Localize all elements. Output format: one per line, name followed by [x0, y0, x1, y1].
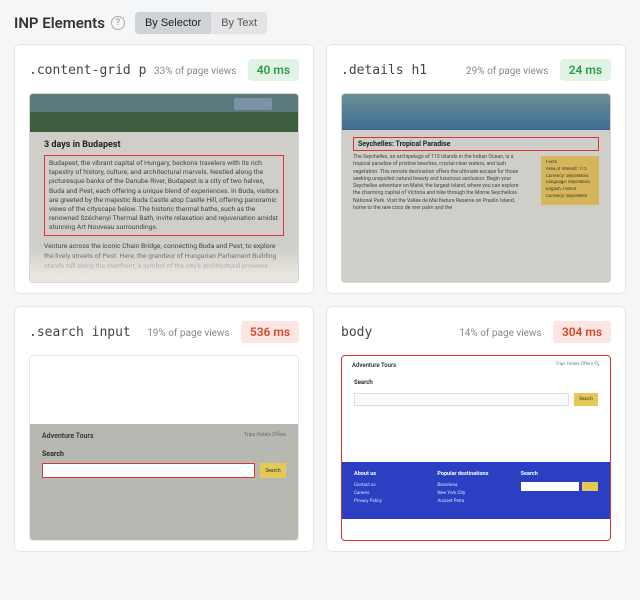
help-icon[interactable]: ?: [111, 16, 125, 30]
page-views: 14% of page views: [459, 328, 541, 339]
footer: About us Contact us Careers Privacy Poli…: [342, 462, 610, 519]
page-views: 33% of page views: [154, 66, 236, 77]
metric-badge: 24 ms: [560, 59, 611, 81]
brand: Adventure Tours: [42, 432, 94, 440]
selector-label: body: [341, 325, 372, 340]
page-header: INP Elements ? By Selector By Text: [14, 12, 626, 34]
card-header: .content-grid p 33% of page views 40 ms: [29, 59, 299, 81]
selector-label: .search input: [29, 325, 131, 340]
element-preview: Seychelles: Tropical Paradise The Seyche…: [341, 93, 611, 283]
highlighted-element: [42, 463, 255, 478]
inp-card[interactable]: .details h1 29% of page views 24 ms Seyc…: [326, 44, 626, 294]
inp-card[interactable]: .search input 19% of page views 536 ms A…: [14, 306, 314, 552]
preview-heading: 3 days in Budapest: [44, 140, 284, 150]
inp-card[interactable]: body 14% of page views 304 ms Adventure …: [326, 306, 626, 552]
inp-card[interactable]: .content-grid p 33% of page views 40 ms …: [14, 44, 314, 294]
selector-label: .details h1: [341, 63, 427, 78]
highlighted-element: Budapest, the vibrant capital of Hungary…: [44, 155, 284, 236]
element-preview: Adventure Tours Trips Hotels Offers Sear…: [29, 355, 299, 541]
sidebar-facts: Facts Area of interest: 115 Currency: Se…: [541, 156, 599, 205]
toggle-by-text[interactable]: By Text: [211, 12, 267, 34]
card-header: .search input 19% of page views 536 ms: [29, 321, 299, 343]
element-preview: Adventure Tours Trips Hotels Offers 🔍 Se…: [341, 355, 611, 541]
cards-grid: .content-grid p 33% of page views 40 ms …: [14, 44, 626, 552]
element-preview: 3 days in Budapest Budapest, the vibrant…: [29, 93, 299, 283]
card-header: .details h1 29% of page views 24 ms: [341, 59, 611, 81]
selector-label: .content-grid p: [29, 63, 146, 78]
page-title: INP Elements: [14, 14, 105, 32]
page-views: 19% of page views: [147, 328, 229, 339]
metric-badge: 40 ms: [248, 59, 299, 81]
view-toggle: By Selector By Text: [135, 12, 267, 34]
toggle-by-selector[interactable]: By Selector: [135, 12, 211, 34]
page-views: 29% of page views: [466, 66, 548, 77]
highlighted-element: Seychelles: Tropical Paradise: [353, 137, 599, 151]
brand: Adventure Tours: [352, 362, 396, 369]
card-header: body 14% of page views 304 ms: [341, 321, 611, 343]
metric-badge: 304 ms: [553, 321, 611, 343]
metric-badge: 536 ms: [241, 321, 299, 343]
